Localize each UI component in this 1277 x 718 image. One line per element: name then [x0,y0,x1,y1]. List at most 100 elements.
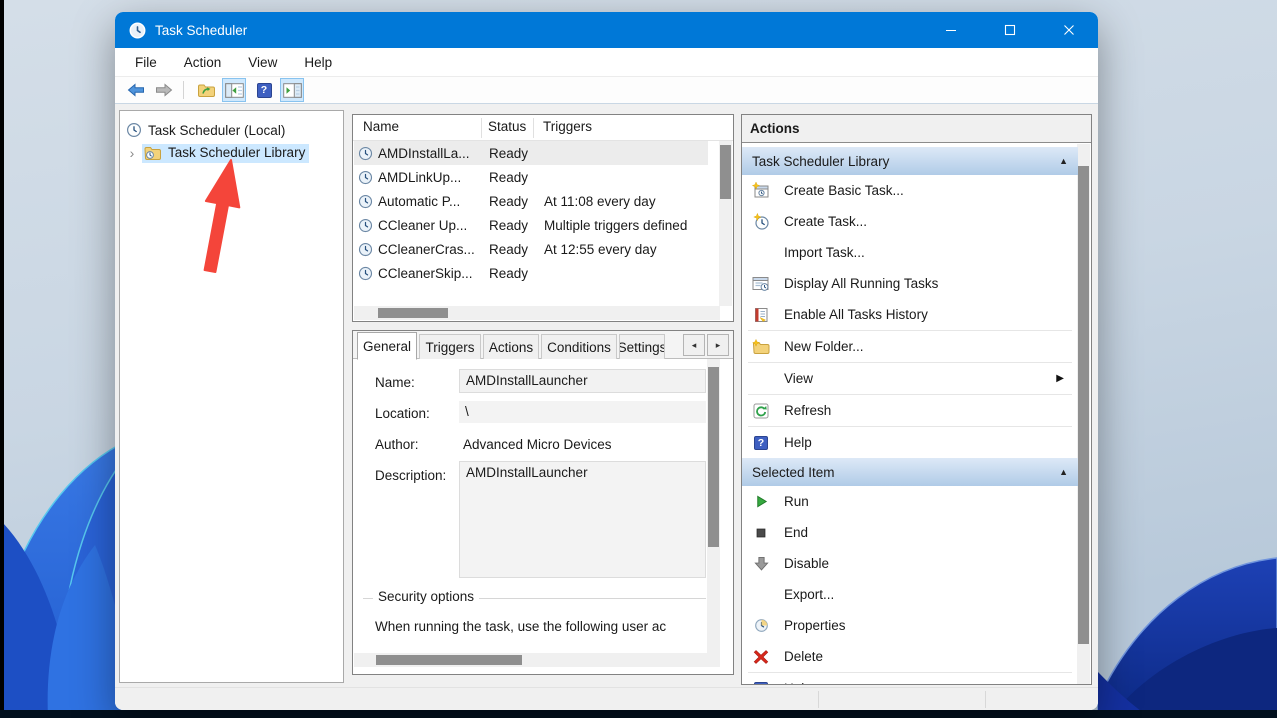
task-list-header: Name Status Triggers [353,115,733,141]
scrollbar-thumb[interactable] [720,145,731,199]
action-help-selected[interactable]: ? Help [742,673,1078,684]
menu-view[interactable]: View [243,52,282,73]
column-header-triggers[interactable]: Triggers [543,119,592,134]
back-button[interactable] [124,78,148,102]
collapse-icon[interactable]: ▲ [1059,467,1068,477]
column-divider[interactable] [533,118,534,138]
menu-bar: File Action View Help [115,48,1098,77]
task-name: CCleanerSkip... [378,265,473,281]
tab-scroll-left-icon: ◂ [691,339,697,350]
tree-item-label: Task Scheduler Library [168,145,306,160]
clock-icon [358,170,373,184]
scrollbar-thumb[interactable] [708,367,719,547]
detail-vertical-scrollbar[interactable] [707,359,720,653]
clock-icon [358,194,373,208]
action-enable-all-tasks-history[interactable]: Enable All Tasks History [742,299,1078,330]
clock-icon [358,242,373,256]
tab-triggers[interactable]: Triggers [419,334,481,359]
tree-item-task-scheduler-library[interactable]: › Task Scheduler Library [126,142,310,164]
action-export[interactable]: Export... [742,579,1078,610]
export-list-button[interactable] [194,78,218,102]
action-properties[interactable]: Properties [742,610,1078,641]
action-help-library[interactable]: ? Help [742,427,1078,458]
help-icon: ? [754,681,768,684]
column-divider[interactable] [481,118,482,138]
tab-conditions[interactable]: Conditions [541,334,617,359]
task-status: Ready [489,169,529,185]
console-tree-toggle-button[interactable] [222,78,246,102]
action-delete[interactable]: Delete [742,641,1078,672]
action-refresh[interactable]: Refresh [742,395,1078,426]
action-end[interactable]: End [742,517,1078,548]
scrollbar-thumb[interactable] [378,308,448,318]
task-list-horizontal-scrollbar[interactable] [354,306,720,320]
tree-item-task-scheduler-local[interactable]: Task Scheduler (Local) [126,119,285,141]
actions-vertical-scrollbar[interactable] [1077,144,1090,684]
no-icon [751,370,771,388]
security-group-title: Security options [373,589,480,604]
chevron-right-icon[interactable]: › [126,145,138,161]
scrollbar-thumb[interactable] [1078,166,1089,644]
tab-scroll-right-button[interactable]: ▸ [707,334,729,356]
detail-horizontal-scrollbar[interactable] [354,653,720,667]
tab-actions[interactable]: Actions [483,334,539,359]
task-row[interactable]: CCleanerCras... Ready At 12:55 every day [354,237,708,261]
task-row[interactable]: AMDInstallLa... Ready [354,141,708,165]
task-detail-panel: General Triggers Actions Conditions Sett… [352,330,734,675]
console-tree-icon [224,82,244,98]
task-row[interactable]: CCleaner Up... Ready Multiple triggers d… [354,213,708,237]
task-row[interactable]: AMDLinkUp... Ready [354,165,708,189]
action-run[interactable]: Run [742,486,1078,517]
section-header-label: Selected Item [752,464,835,480]
collapse-icon[interactable]: ▲ [1059,156,1068,166]
menu-help[interactable]: Help [299,52,337,73]
folder-clock-icon [144,146,161,160]
end-icon [756,528,766,537]
task-triggers: At 12:55 every day [544,241,657,257]
maximize-button[interactable] [987,12,1033,48]
clock-icon [358,146,373,160]
help-toolbar-button[interactable]: ? [252,78,276,102]
task-list-vertical-scrollbar[interactable] [719,141,732,306]
scrollbar-thumb[interactable] [376,655,522,665]
tab-scroll-left-button[interactable]: ◂ [683,334,705,356]
column-header-status[interactable]: Status [488,119,526,134]
task-name: AMDLinkUp... [378,169,462,185]
titlebar[interactable]: Task Scheduler [115,12,1098,48]
tree-selection-highlight: Task Scheduler Library [142,143,310,163]
action-pane-toggle-button[interactable] [280,78,304,102]
menu-file[interactable]: File [130,52,162,73]
folder-arrow-icon [197,84,215,97]
clock-icon [126,122,142,138]
close-icon [1064,25,1074,35]
action-create-task[interactable]: Create Task... [742,206,1078,237]
minimize-icon [946,29,956,32]
forward-button[interactable] [152,78,176,102]
actions-section-header-selected-item[interactable]: Selected Item ▲ [742,458,1078,486]
action-disable[interactable]: Disable [742,548,1078,579]
action-import-task[interactable]: Import Task... [742,237,1078,268]
description-field[interactable]: AMDInstallLauncher [459,461,706,578]
action-display-all-running-tasks[interactable]: Display All Running Tasks [742,268,1078,299]
author-value: Advanced Micro Devices [463,437,612,452]
menu-action[interactable]: Action [179,52,227,73]
new-folder-icon [752,338,770,354]
status-divider [985,691,986,708]
task-name: AMDInstallLa... [378,145,470,161]
tab-settings[interactable]: Settings [619,334,665,359]
name-field[interactable]: AMDInstallLauncher [459,369,706,393]
action-create-basic-task[interactable]: Create Basic Task... [742,175,1078,206]
actions-section-header-library[interactable]: Task Scheduler Library ▲ [742,147,1078,175]
task-row[interactable]: CCleanerSkip... Ready [354,261,708,285]
task-scheduler-app-icon [129,22,146,38]
actions-panel: Actions Task Scheduler Library ▲ Create … [741,114,1092,685]
task-status: Ready [489,145,529,161]
action-new-folder[interactable]: New Folder... [742,331,1078,362]
task-row[interactable]: Automatic P... Ready At 11:08 every day [354,189,708,213]
action-view[interactable]: View ▶ [742,363,1078,394]
status-bar [115,687,1098,710]
tab-general[interactable]: General [357,332,417,360]
close-button[interactable] [1046,12,1092,48]
minimize-button[interactable] [928,12,974,48]
column-header-name[interactable]: Name [363,119,399,134]
